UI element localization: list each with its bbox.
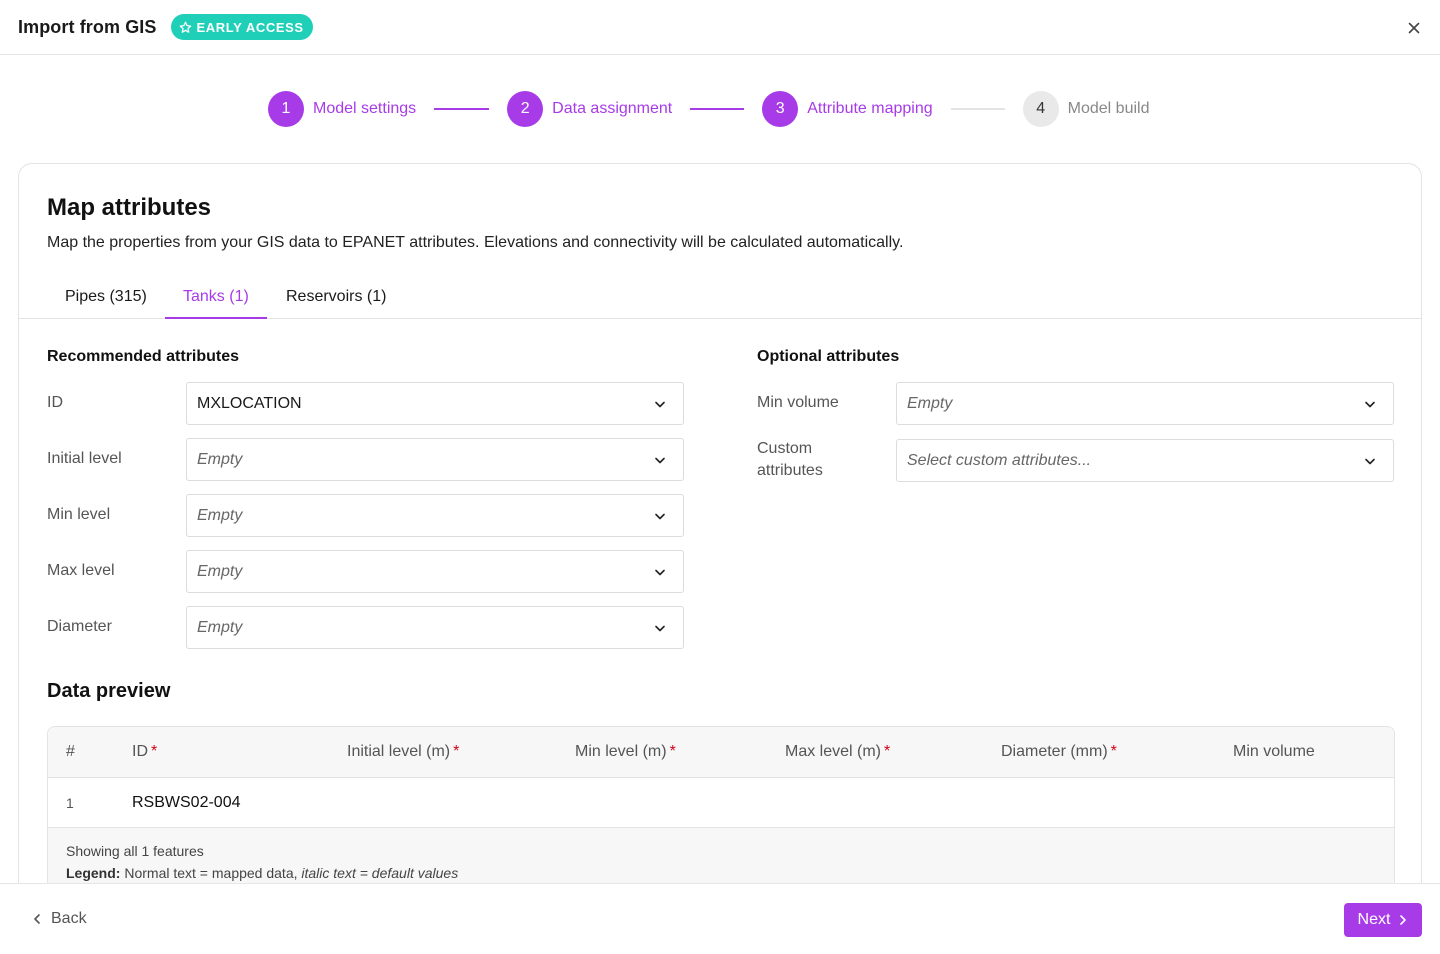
- step-label: Attribute mapping: [807, 100, 933, 117]
- data-preview-title: Data preview: [47, 680, 171, 702]
- step-attribute-mapping[interactable]: 3 Attribute mapping: [762, 91, 933, 127]
- column-header-min-level: Min level (m) *: [575, 743, 676, 760]
- tab-tanks[interactable]: Tanks (1): [165, 288, 267, 319]
- dialog-title: Import from GIS: [18, 16, 157, 37]
- step-connector: [950, 108, 1005, 110]
- row-id-cell: RSBWS02-004: [132, 794, 241, 811]
- required-marker: *: [1110, 743, 1117, 760]
- next-label: Next: [1357, 911, 1391, 928]
- chevron-right-icon: [1400, 915, 1407, 925]
- legend-text: Legend: Normal text = mapped data, itali…: [66, 865, 458, 881]
- step-number: 2: [507, 91, 544, 127]
- id-select[interactable]: MXLOCATION: [186, 382, 684, 425]
- feature-tabs: Pipes (315) Tanks (1) Reservoirs (1): [19, 278, 1421, 319]
- legend-label: Legend:: [66, 865, 121, 881]
- chevron-down-icon: [655, 513, 665, 520]
- step-number: 1: [268, 91, 304, 127]
- feature-count: Showing all 1 features: [66, 843, 204, 859]
- next-button[interactable]: Next: [1344, 903, 1422, 937]
- table-row: 1 RSBWS02-004: [48, 778, 1394, 828]
- column-header-initial-level: Initial level (m) *: [347, 743, 460, 760]
- table-footer: Showing all 1 features Legend: Normal te…: [48, 828, 1394, 888]
- select-value: Empty: [197, 450, 243, 468]
- required-marker: *: [884, 743, 891, 760]
- wizard-stepper: 1 Model settings 2 Data assignment 3 Att…: [268, 91, 1149, 127]
- legend-normal: Normal text = mapped data,: [124, 865, 298, 881]
- star-icon: [179, 21, 191, 33]
- attribute-label-initial-level: Initial level: [47, 450, 122, 467]
- label-line: Custom: [757, 440, 813, 457]
- step-model-settings[interactable]: 1 Model settings: [268, 91, 416, 127]
- step-connector: [434, 108, 490, 110]
- dialog-header: Import from GIS EARLY ACCESS: [0, 0, 1440, 55]
- table-header: # ID * Initial level (m) * Min level (m) * …: [48, 727, 1394, 778]
- select-value: MXLOCATION: [197, 394, 302, 412]
- card-title: Map attributes: [47, 194, 212, 221]
- step-number: 3: [762, 91, 799, 127]
- select-value: Empty: [197, 618, 243, 636]
- column-header-diameter: Diameter (mm) *: [1001, 743, 1117, 760]
- close-icon[interactable]: [1406, 20, 1422, 36]
- back-label: Back: [51, 910, 87, 927]
- attribute-label-diameter: Diameter: [47, 618, 112, 635]
- diameter-select[interactable]: Empty: [186, 606, 684, 649]
- attribute-label-custom-attributes: Custom attributes: [757, 438, 823, 482]
- step-label: Model build: [1067, 100, 1150, 117]
- select-value: Empty: [907, 394, 953, 412]
- tab-reservoirs[interactable]: Reservoirs (1): [268, 288, 404, 319]
- column-header-id: ID *: [132, 743, 158, 760]
- chevron-down-icon: [655, 457, 665, 464]
- step-label: Model settings: [313, 100, 417, 117]
- select-value: Empty: [197, 562, 243, 580]
- column-header-number: #: [66, 743, 75, 760]
- required-marker: *: [453, 743, 460, 760]
- required-marker: *: [151, 743, 158, 760]
- dialog-footer: Back Next: [0, 883, 1440, 954]
- chevron-down-icon: [655, 569, 665, 576]
- select-value: Select custom attributes...: [907, 451, 1092, 469]
- back-button[interactable]: Back: [32, 910, 87, 928]
- recommended-attributes-title: Recommended attributes: [47, 348, 240, 365]
- tab-pipes[interactable]: Pipes (315): [47, 288, 165, 319]
- step-label: Data assignment: [552, 100, 673, 117]
- chevron-left-icon: [34, 914, 40, 924]
- column-header-min-volume: Min volume: [1233, 743, 1315, 760]
- attribute-label-max-level: Max level: [47, 562, 115, 579]
- step-model-build: 4 Model build: [1022, 91, 1150, 127]
- custom-attributes-select[interactable]: Select custom attributes...: [896, 439, 1394, 482]
- badge-label: EARLY ACCESS: [196, 19, 304, 35]
- select-value: Empty: [197, 506, 243, 524]
- required-marker: *: [669, 743, 676, 760]
- chevron-down-icon: [655, 625, 665, 632]
- column-header-max-level: Max level (m) *: [785, 743, 891, 760]
- attribute-label-id: ID: [47, 394, 63, 411]
- initial-level-select[interactable]: Empty: [186, 438, 684, 481]
- early-access-badge: EARLY ACCESS: [170, 14, 313, 40]
- step-connector: [690, 108, 745, 110]
- chevron-down-icon: [1365, 401, 1375, 408]
- attribute-label-min-volume: Min volume: [757, 394, 839, 411]
- attribute-label-min-level: Min level: [47, 506, 111, 523]
- data-preview-table: # ID * Initial level (m) * Min level (m) * …: [47, 726, 1395, 889]
- map-attributes-card: Map attributes Map the properties from y…: [18, 163, 1422, 923]
- chevron-down-icon: [655, 401, 665, 408]
- label-line: attributes: [757, 462, 823, 479]
- max-level-select[interactable]: Empty: [186, 550, 684, 593]
- min-level-select[interactable]: Empty: [186, 494, 684, 537]
- optional-attributes-title: Optional attributes: [757, 348, 900, 365]
- step-data-assignment[interactable]: 2 Data assignment: [507, 91, 672, 127]
- row-number: 1: [66, 795, 74, 811]
- min-volume-select[interactable]: Empty: [896, 382, 1394, 425]
- step-number: 4: [1022, 91, 1059, 127]
- chevron-down-icon: [1365, 458, 1375, 465]
- legend-italic: italic text = default values: [301, 865, 459, 881]
- card-description: Map the properties from your GIS data to…: [47, 234, 904, 251]
